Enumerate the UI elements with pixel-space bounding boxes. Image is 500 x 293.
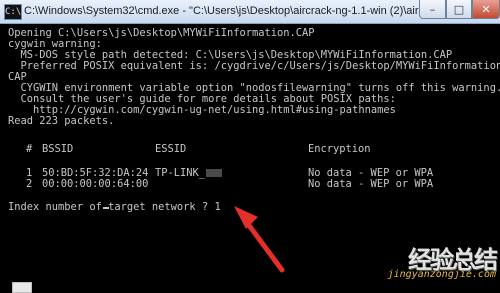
arrow-head	[234, 206, 258, 229]
scroll-corner	[12, 282, 32, 293]
watermark-url: jingyanzongjie.com	[387, 269, 496, 280]
arrow-shaft	[245, 221, 285, 273]
watermark-logo: 经验总结	[408, 246, 498, 274]
